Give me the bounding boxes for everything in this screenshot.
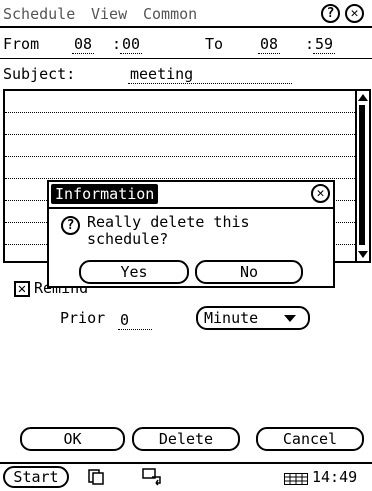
subject-label: Subject: — [3, 65, 76, 83]
start-button[interactable]: Start — [3, 466, 69, 488]
to-minute-field[interactable]: 59 — [313, 35, 336, 54]
from-hour-field[interactable]: 08 — [72, 35, 95, 54]
clock: 14:49 — [312, 468, 358, 486]
to-hour-field[interactable]: 08 — [258, 35, 281, 54]
remind-unit-value: Minute — [204, 309, 259, 327]
question-icon: ? — [61, 216, 80, 235]
dialog-close-icon[interactable]: ✕ — [311, 184, 330, 203]
taskbar: Start 14:49 — [0, 462, 372, 491]
keyboard-icon[interactable] — [284, 471, 308, 489]
delete-button[interactable]: Delete — [132, 427, 240, 451]
confirm-dialog: Information ✕ ? Really delete this sched… — [47, 180, 335, 288]
question-icon[interactable]: ? — [321, 4, 340, 23]
from-label: From — [3, 35, 40, 53]
yes-button[interactable]: Yes — [79, 260, 189, 284]
from-minute-field[interactable]: 00 — [120, 35, 143, 54]
subject-field[interactable]: meeting — [128, 65, 292, 84]
list-line — [5, 178, 357, 179]
subject-row: Subject: meeting — [0, 59, 372, 87]
list-scrollbar[interactable] — [355, 91, 369, 261]
prior-label: Prior — [60, 309, 106, 327]
remind-unit-dropdown[interactable]: Minute — [196, 306, 310, 330]
prior-value-field[interactable]: 0 — [118, 311, 152, 330]
scroll-thumb[interactable] — [359, 105, 365, 245]
to-label: To — [205, 35, 224, 53]
menu-common[interactable]: Common — [143, 5, 197, 23]
chevron-down-icon — [284, 315, 296, 322]
sync-icon[interactable] — [142, 468, 164, 490]
scroll-down-arrow-icon[interactable] — [358, 251, 368, 258]
no-button[interactable]: No — [195, 260, 303, 284]
ok-button[interactable]: OK — [20, 427, 125, 451]
dialog-divider — [49, 207, 333, 209]
dialog-message-line2: schedule? — [87, 230, 169, 248]
dialog-message-line1: Really delete this — [87, 213, 250, 231]
list-line — [5, 134, 357, 135]
list-line — [5, 112, 357, 113]
close-icon[interactable]: ✕ — [345, 4, 364, 23]
windows-icon[interactable] — [88, 469, 104, 489]
menu-view[interactable]: View — [91, 5, 127, 23]
list-line — [5, 156, 357, 157]
scroll-up-arrow-icon[interactable] — [358, 94, 368, 101]
cancel-button[interactable]: Cancel — [256, 427, 364, 451]
time-row: From 08 : 00 To 08 : 59 — [0, 28, 372, 59]
menu-bar: Schedule View Common ? ✕ — [0, 0, 372, 28]
menu-schedule[interactable]: Schedule — [3, 5, 75, 23]
remind-checkbox[interactable]: ✕ — [14, 281, 30, 297]
dialog-title: Information — [51, 184, 159, 204]
